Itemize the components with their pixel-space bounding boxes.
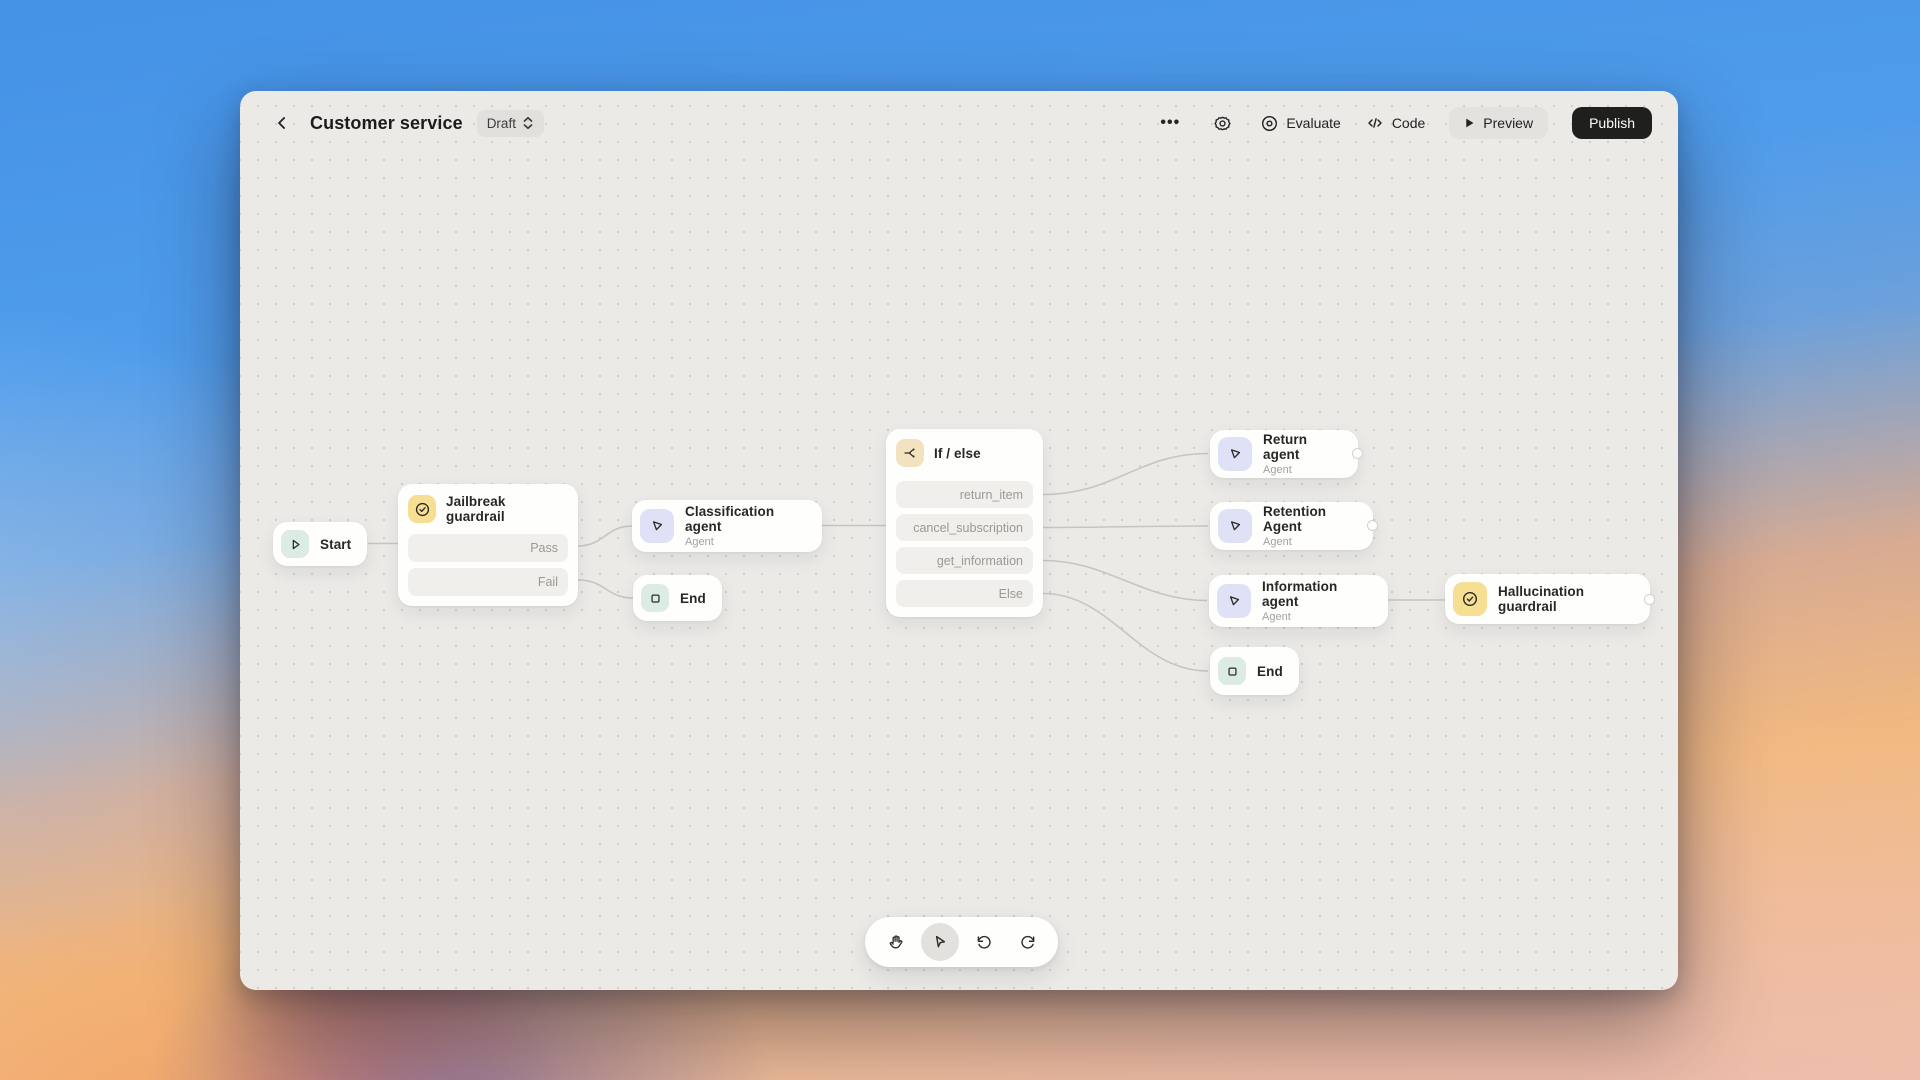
evaluate-label: Evaluate — [1286, 115, 1340, 131]
publish-button[interactable]: Publish — [1572, 107, 1652, 139]
node-retention-agent-subtitle: Agent — [1263, 536, 1357, 548]
canvas-toolbar — [865, 917, 1058, 967]
node-retention-agent[interactable]: Retention Agent Agent — [1210, 502, 1373, 550]
ellipsis-icon: ••• — [1160, 114, 1180, 132]
branch-return-item[interactable]: return_item — [896, 481, 1033, 508]
node-jailbreak-guardrail[interactable]: Jailbreak guardrail Pass Fail — [398, 484, 578, 606]
redo-icon — [1019, 933, 1037, 951]
guardrail-check-icon — [408, 495, 436, 523]
status-label: Draft — [487, 116, 516, 131]
agent-cursor-icon — [1218, 437, 1252, 471]
node-end-2[interactable]: End — [1210, 647, 1299, 695]
port-hallucination-out[interactable] — [1644, 594, 1655, 605]
node-classification-title: Classification agent — [685, 504, 806, 534]
node-start[interactable]: Start — [273, 522, 367, 566]
start-play-icon — [281, 530, 309, 558]
agent-cursor-icon — [1217, 584, 1251, 618]
status-draft-dropdown[interactable]: Draft — [477, 110, 544, 137]
preview-label: Preview — [1483, 115, 1533, 131]
publish-label: Publish — [1589, 115, 1635, 131]
node-end-2-label: End — [1257, 664, 1283, 679]
edge-fail-end — [578, 580, 633, 598]
node-return-agent-subtitle: Agent — [1263, 464, 1342, 476]
node-return-agent-title: Return agent — [1263, 432, 1342, 462]
edge-returnitem-returnagent — [1043, 454, 1208, 495]
end-square-icon — [641, 584, 669, 612]
node-if-else[interactable]: If / else return_item cancel_subscriptio… — [886, 429, 1043, 617]
node-hallucination-title: Hallucination guardrail — [1498, 584, 1634, 614]
undo-icon — [975, 933, 993, 951]
pan-tool-button[interactable] — [877, 923, 915, 961]
node-end-1-label: End — [680, 591, 706, 606]
edge-cancelsub-retention — [1043, 526, 1208, 528]
app-window: Customer service Draft ••• — [240, 91, 1678, 990]
end-square-icon — [1218, 657, 1246, 685]
node-information-agent[interactable]: Information agent Agent — [1209, 575, 1388, 627]
chevron-left-icon — [272, 113, 292, 133]
settings-button[interactable] — [1208, 109, 1236, 137]
evaluate-button[interactable]: Evaluate — [1260, 114, 1340, 133]
jailbreak-output-fail[interactable]: Fail — [408, 568, 568, 596]
hand-icon — [887, 933, 905, 951]
node-information-agent-title: Information agent — [1262, 579, 1372, 609]
page-title: Customer service — [310, 113, 463, 134]
node-if-else-title: If / else — [934, 446, 981, 461]
code-label: Code — [1392, 115, 1425, 131]
gear-icon — [1213, 114, 1232, 133]
jailbreak-output-pass[interactable]: Pass — [408, 534, 568, 562]
branch-icon — [896, 439, 924, 467]
node-start-label: Start — [320, 537, 351, 552]
node-jailbreak-title: Jailbreak guardrail — [446, 494, 560, 524]
node-information-agent-subtitle: Agent — [1262, 611, 1372, 623]
guardrail-check-icon — [1453, 582, 1487, 616]
node-end-1[interactable]: End — [633, 575, 722, 621]
agent-cursor-icon — [640, 509, 674, 543]
edge-getinfo-information — [1043, 561, 1207, 601]
preview-button[interactable]: Preview — [1449, 107, 1548, 139]
node-return-agent[interactable]: Return agent Agent — [1210, 430, 1358, 478]
evaluate-icon — [1260, 114, 1279, 133]
edge-pass-classification — [578, 526, 632, 546]
play-icon — [1464, 117, 1475, 129]
edge-else-end — [1043, 594, 1208, 672]
node-classification-agent[interactable]: Classification agent Agent — [632, 500, 822, 552]
more-button[interactable]: ••• — [1156, 109, 1184, 137]
code-icon — [1365, 114, 1385, 132]
back-button[interactable] — [268, 109, 296, 137]
branch-else[interactable]: Else — [896, 580, 1033, 607]
node-classification-subtitle: Agent — [685, 536, 806, 548]
node-hallucination-guardrail[interactable]: Hallucination guardrail — [1445, 574, 1650, 624]
node-retention-agent-title: Retention Agent — [1263, 504, 1357, 534]
agent-cursor-icon — [1218, 509, 1252, 543]
port-retention-agent-out[interactable] — [1367, 520, 1378, 531]
select-tool-button[interactable] — [921, 923, 959, 961]
branch-get-information[interactable]: get_information — [896, 547, 1033, 574]
port-return-agent-out[interactable] — [1352, 448, 1363, 459]
header: Customer service Draft ••• — [240, 91, 1678, 155]
chevron-updown-icon — [522, 116, 534, 130]
branch-cancel-subscription[interactable]: cancel_subscription — [896, 514, 1033, 541]
redo-button[interactable] — [1009, 923, 1047, 961]
cursor-icon — [931, 933, 949, 951]
code-button[interactable]: Code — [1365, 114, 1425, 132]
undo-button[interactable] — [965, 923, 1003, 961]
